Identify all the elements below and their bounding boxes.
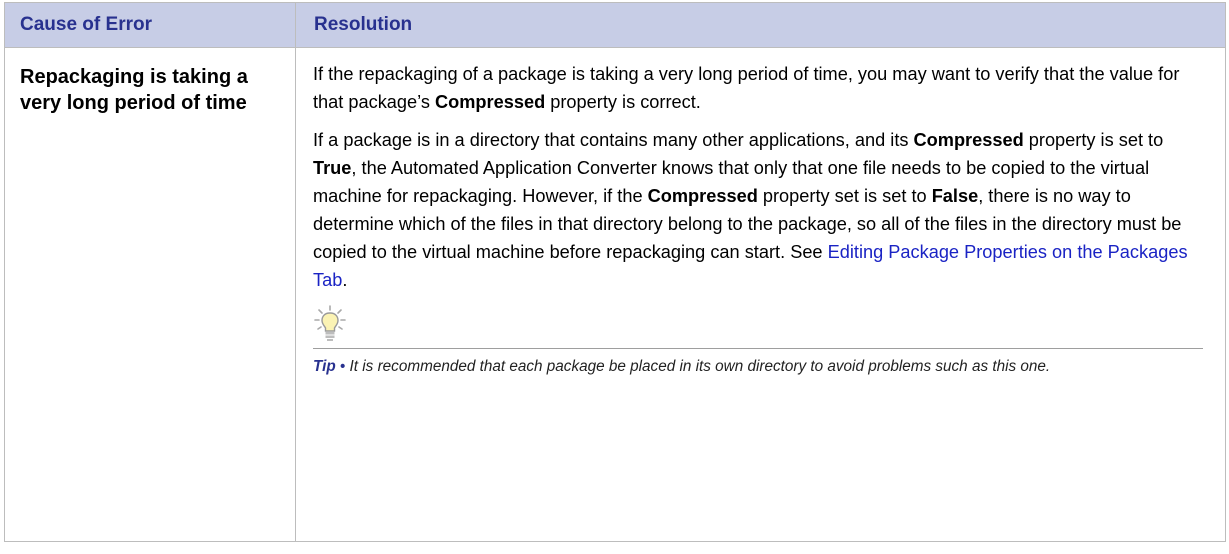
property-name: Compressed (647, 186, 758, 206)
lightbulb-icon (313, 304, 1203, 344)
cause-cell: Repackaging is taking a very long period… (4, 47, 296, 542)
tip-bullet: • (335, 358, 350, 375)
property-name: Compressed (913, 130, 1024, 150)
text-run: . (342, 270, 348, 290)
tip-text: It is recommended that each package be p… (349, 358, 1051, 375)
header-resolution: Resolution (295, 2, 1226, 48)
tip-label: Tip (313, 358, 336, 375)
header-cause: Cause of Error (4, 2, 296, 48)
resolution-paragraph-1: If the repackaging of a package is takin… (313, 60, 1203, 116)
resolution-cell: If the repackaging of a package is takin… (295, 47, 1226, 542)
property-value: True (313, 158, 352, 178)
table-row: Repackaging is taking a very long period… (4, 47, 1226, 542)
error-resolution-table: Cause of Error Resolution Repackaging is… (4, 2, 1226, 542)
text-run: property set is set to (757, 186, 932, 206)
text-run: property is set to (1023, 130, 1164, 150)
text-run: property is correct. (545, 92, 701, 112)
tip-note: Tip • It is recommended that each packag… (313, 349, 1203, 378)
header-row: Cause of Error Resolution (4, 2, 1226, 48)
property-value: False (931, 186, 979, 206)
property-name: Compressed (435, 92, 546, 112)
text-run: If a package is in a directory that cont… (313, 130, 914, 150)
resolution-paragraph-2: If a package is in a directory that cont… (313, 126, 1203, 294)
